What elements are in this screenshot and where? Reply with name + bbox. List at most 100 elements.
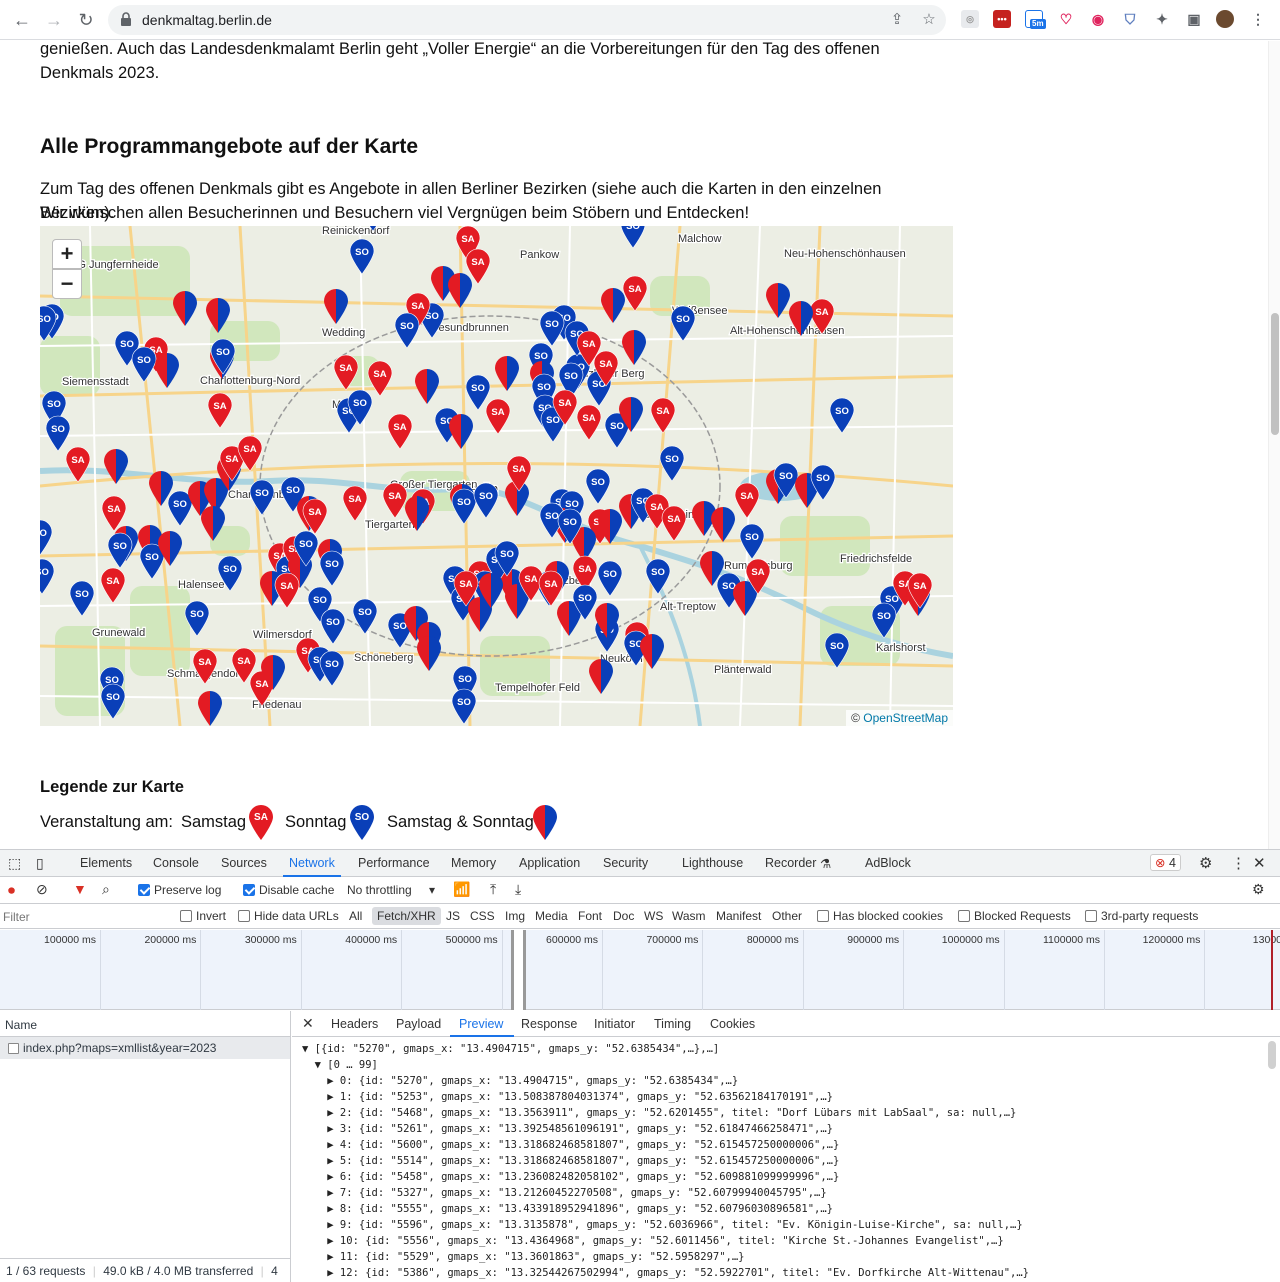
preview-line[interactable]: ▶ 4: {id: "5600", gmaps_x: "13.318682468… [292,1137,1267,1153]
puzzle-icon[interactable]: ✦ [1153,10,1171,28]
address-bar[interactable]: denkmaltag.berlin.de ⇪ ☆ [108,5,946,35]
preview-scrollbar-thumb[interactable] [1268,1041,1276,1069]
filter-img[interactable]: Img [505,909,525,923]
share-icon[interactable]: ⇪ [888,11,906,29]
zoom-out-button[interactable]: − [52,269,82,299]
detail-tab-timing[interactable]: Timing [654,1017,691,1031]
error-counter[interactable]: ⊗ 4 [1150,854,1181,871]
sidepanel-icon[interactable]: ▣ [1185,10,1203,28]
close-devtools-icon[interactable]: ✕ [1253,854,1266,872]
record-stop-icon[interactable]: ⏺ [8,882,15,899]
detail-tab-initiator[interactable]: Initiator [594,1017,635,1031]
preview-line[interactable]: ▶ 5: {id: "5514", gmaps_x: "13.318682468… [292,1153,1267,1169]
search-icon[interactable]: ⌕ [102,881,110,898]
filter-css[interactable]: CSS [470,909,495,923]
network-overview-timeline[interactable]: 100000 ms 200000 ms 300000 ms 400000 ms 5000… [0,930,1280,1010]
filter-input[interactable] [3,908,166,926]
bookmark-star-icon[interactable]: ☆ [920,11,938,29]
filter-ws[interactable]: WS [644,909,663,923]
detail-tab-preview[interactable]: Preview [459,1017,503,1031]
has-blocked-cookies-checkbox[interactable]: Has blocked cookies [817,909,943,923]
preview-line[interactable]: ▶ 3: {id: "5261", gmaps_x: "13.392548561… [292,1121,1267,1137]
disable-cache-checkbox[interactable]: Disable cache [243,883,334,897]
tab-memory[interactable]: Memory [451,856,496,870]
preview-line[interactable]: ▶ 6: {id: "5458", gmaps_x: "13.236082482… [292,1169,1267,1185]
extension-timer-icon[interactable]: 5m [1025,10,1046,29]
tab-adblock[interactable]: AdBlock [865,856,911,870]
detail-tab-payload[interactable]: Payload [396,1017,441,1031]
preserve-log-checkbox[interactable]: Preserve log [138,883,221,897]
filter-other[interactable]: Other [772,909,802,923]
filter-media[interactable]: Media [535,909,568,923]
detail-tab-response[interactable]: Response [521,1017,577,1031]
tab-recorder[interactable]: Recorder [765,856,816,870]
preview-line[interactable]: ▼ [0 … 99] [292,1057,1267,1073]
third-party-checkbox[interactable]: 3rd-party requests [1085,909,1198,923]
filter-all[interactable]: All [349,909,362,923]
tab-performance[interactable]: Performance [358,856,430,870]
invert-checkbox[interactable]: Invert [180,909,226,923]
menu-kebab-icon[interactable]: ⋮ [1249,10,1267,28]
detail-tab-headers[interactable]: Headers [331,1017,378,1031]
tab-application[interactable]: Application [519,856,580,870]
tab-lighthouse[interactable]: Lighthouse [682,856,743,870]
scrollbar-thumb[interactable] [1271,313,1279,435]
detail-tab-cookies[interactable]: Cookies [710,1017,755,1031]
preview-line[interactable]: ▶ 10: {id: "5556", gmaps_x: "13.4364968"… [292,1233,1267,1249]
page-scrollbar[interactable] [1268,41,1280,849]
network-conditions-icon[interactable]: 📶 [453,881,470,898]
devtools-menu-icon[interactable]: ⋮ [1231,854,1246,872]
blocked-requests-checkbox[interactable]: Blocked Requests [958,909,1071,923]
back-icon[interactable]: ← [10,8,34,32]
preview-line[interactable]: ▶ 1: {id: "5253", gmaps_x: "13.508387804… [292,1089,1267,1105]
osm-link[interactable]: OpenStreetMap [863,711,948,725]
hide-data-urls-checkbox[interactable]: Hide data URLs [238,909,339,923]
preview-line[interactable]: ▶ 0: {id: "5270", gmaps_x: "13.4904715",… [292,1073,1267,1089]
tab-elements[interactable]: Elements [80,856,132,870]
reload-icon[interactable]: ↻ [74,8,98,32]
tab-security[interactable]: Security [603,856,648,870]
tab-sources[interactable]: Sources [221,856,267,870]
tab-console[interactable]: Console [153,856,199,870]
close-detail-icon[interactable]: ✕ [302,1015,314,1032]
target-icon[interactable]: ◉ [1089,10,1107,28]
filter-doc[interactable]: Doc [613,909,634,923]
throttling-select[interactable]: No throttling ▾ [347,883,435,897]
map[interactable]: Reinickendorf Pankow Malchow Neu-Hohenschön… [40,226,953,726]
filter-manifest[interactable]: Manifest [716,909,761,923]
extension-dots-icon[interactable]: ••• [993,10,1011,28]
extension-icon[interactable]: ◎ [961,10,979,28]
filter-fetch-xhr[interactable]: Fetch/XHR [372,907,441,925]
preview-line[interactable]: ▶ 7: {id: "5327", gmaps_x: "13.212604522… [292,1185,1267,1201]
forward-icon[interactable]: → [42,8,66,32]
timeline-selection-handle[interactable] [511,930,526,1010]
preserve-log-check[interactable] [138,884,150,896]
filter-wasm[interactable]: Wasm [672,909,706,923]
filter-font[interactable]: Font [578,909,602,923]
preview-line[interactable]: ▶ 9: {id: "5596", gmaps_x: "13.3135878",… [292,1217,1267,1233]
network-settings-gear-icon[interactable]: ⚙ [1252,881,1265,898]
settings-gear-icon[interactable]: ⚙ [1199,854,1212,872]
preview-line[interactable]: ▶ 11: {id: "5529", gmaps_x: "13.3601863"… [292,1249,1267,1265]
shield-icon[interactable]: ⛉ [1121,10,1139,28]
inspect-element-icon[interactable]: ⬚ [8,855,21,872]
json-preview[interactable]: ▼ [{id: "5270", gmaps_x: "13.4904715", g… [292,1041,1267,1281]
disable-cache-check[interactable] [243,884,255,896]
name-column-header[interactable]: Name [0,1011,290,1037]
avatar[interactable] [1216,10,1234,28]
preview-line[interactable]: ▶ 2: {id: "5468", gmaps_x: "13.3563911",… [292,1105,1267,1121]
import-har-icon[interactable]: ⤒ [490,881,496,898]
request-row[interactable]: index.php?maps=xmllist&year=2023 [0,1037,290,1059]
clear-icon[interactable]: ⊘ [36,881,48,898]
tab-network[interactable]: Network [289,856,335,870]
preview-line[interactable]: ▶ 12: {id: "5386", gmaps_x: "13.32544267… [292,1265,1267,1281]
pocket-icon[interactable]: ♡ [1057,10,1075,28]
export-har-icon[interactable]: ⤓ [515,881,521,898]
timeline-label: 1000000 ms [941,934,1000,946]
preview-line[interactable]: ▼ [{id: "5270", gmaps_x: "13.4904715", g… [292,1041,1267,1057]
preview-line[interactable]: ▶ 8: {id: "5555", gmaps_x: "13.433918952… [292,1201,1267,1217]
filter-js[interactable]: JS [446,909,460,923]
zoom-in-button[interactable]: + [52,239,82,269]
filter-funnel-icon[interactable]: ▼ [73,881,87,897]
device-toolbar-icon[interactable]: ▯ [36,855,44,872]
